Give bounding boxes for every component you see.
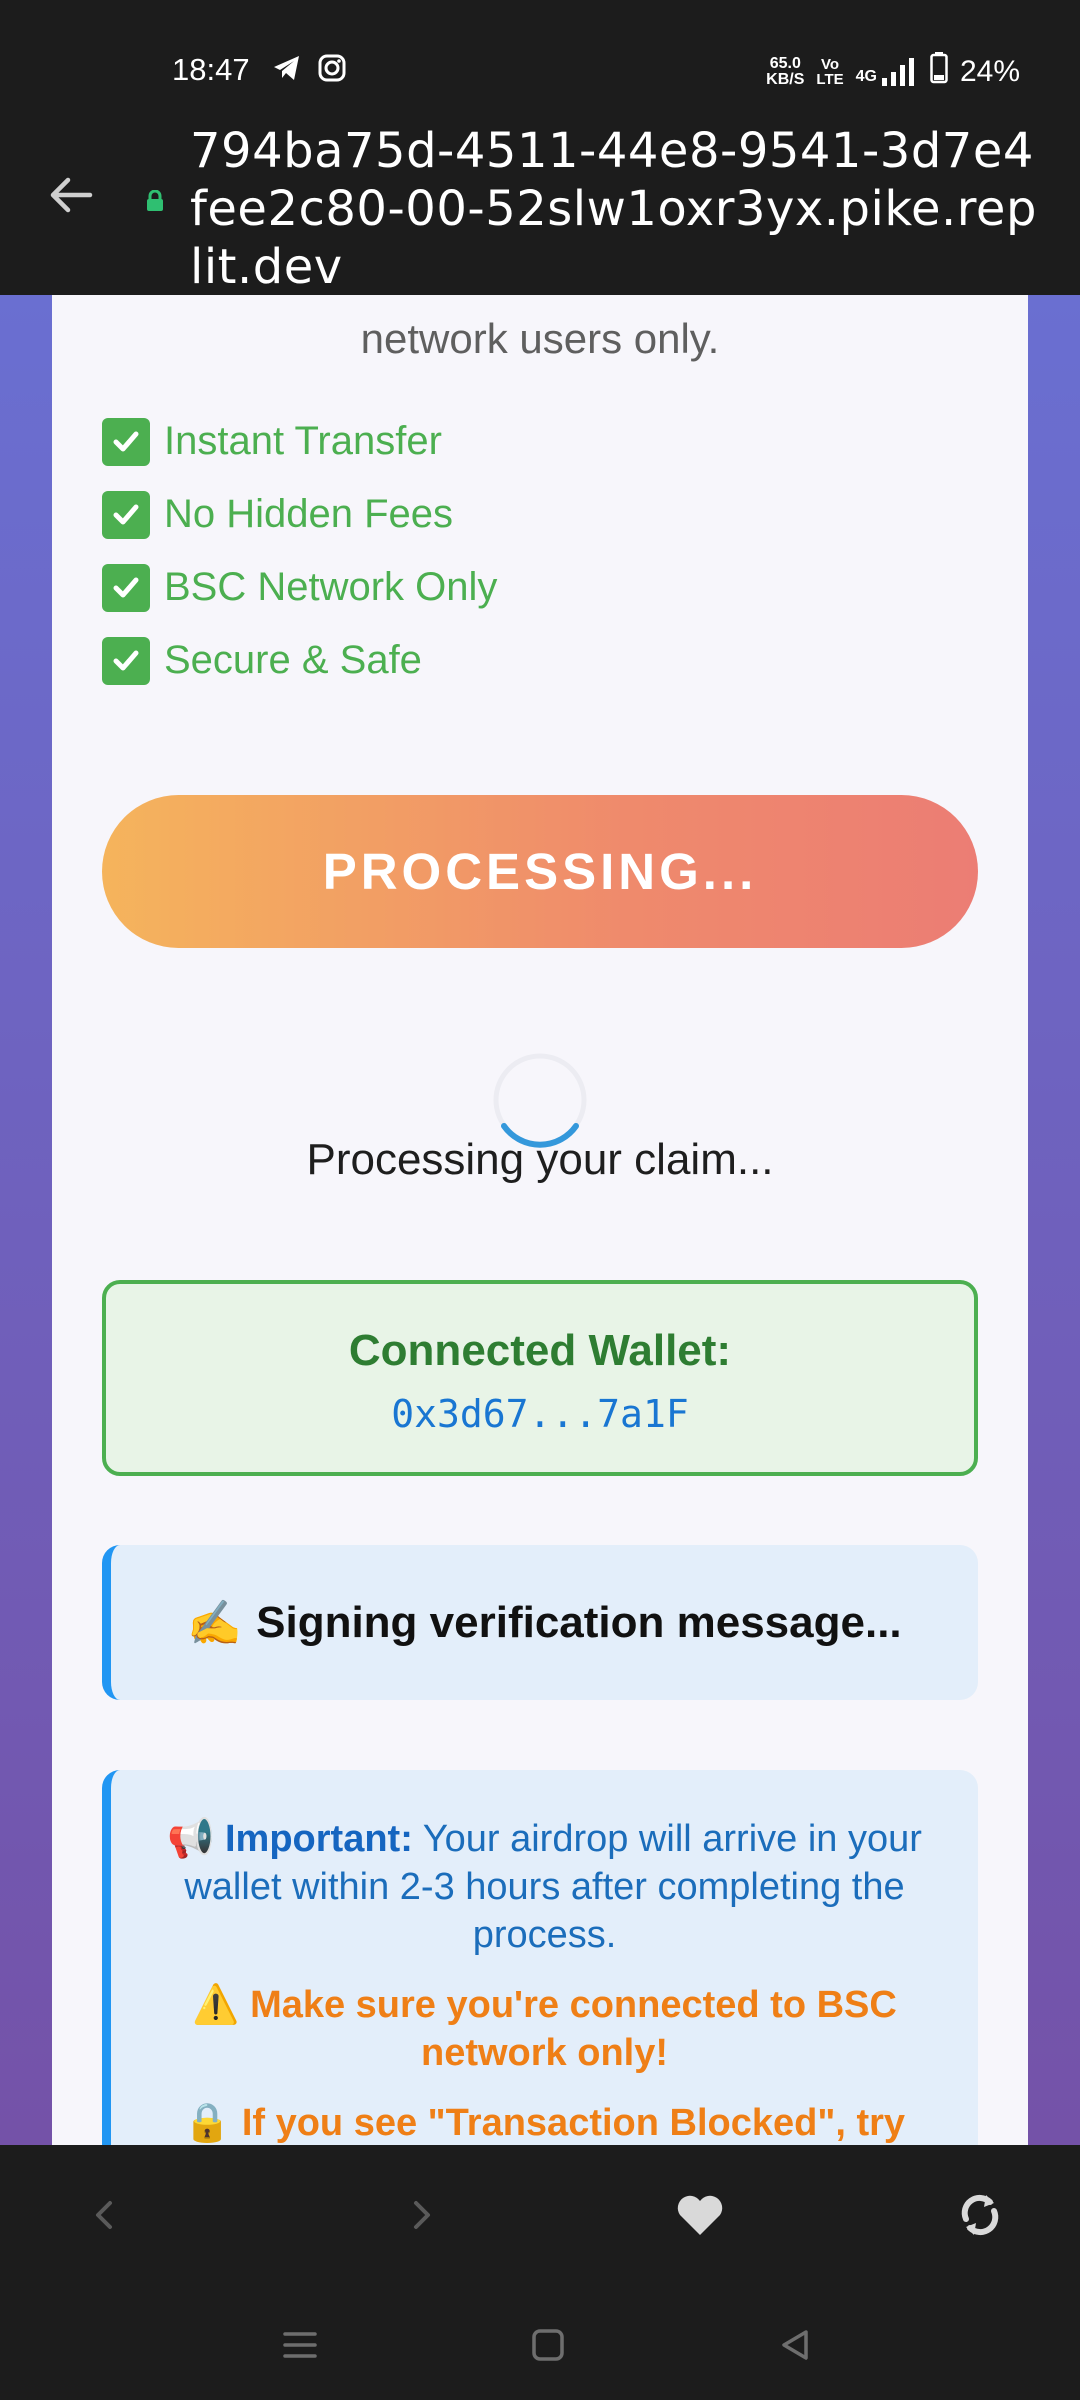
- home-icon[interactable]: [523, 2320, 573, 2370]
- connected-wallet-box: Connected Wallet: 0x3d67...7a1F: [102, 1280, 978, 1476]
- megaphone-icon: 📢: [167, 1818, 215, 1860]
- feature-list: Instant Transfer No Hidden Fees BSC Netw…: [102, 405, 497, 697]
- feature-item: Instant Transfer: [102, 405, 497, 478]
- feature-item: Secure & Safe: [102, 624, 497, 697]
- writing-hand-icon: ✍️: [187, 1598, 243, 1648]
- url-bar: 794ba75d-4511-44e8-9541-3d7e4fee2c80-00-…: [0, 110, 1080, 295]
- back-icon[interactable]: [74, 2185, 134, 2245]
- status-right-icons: 65.0 KB/S Vo LTE 4G 24%: [766, 52, 1020, 92]
- checkmark-icon: [102, 563, 150, 612]
- back-arrow-icon[interactable]: [46, 170, 96, 220]
- checkmark-icon: [102, 490, 150, 539]
- status-notification-icons: [272, 54, 346, 87]
- signing-status-box: ✍️ Signing verification message...: [102, 1545, 978, 1700]
- wallet-address: 0x3d67...7a1F: [391, 1392, 689, 1436]
- web-page: network users only. Instant Transfer No …: [0, 295, 1080, 2145]
- system-navigation: [0, 2290, 1080, 2400]
- important-label: Important:: [225, 1818, 413, 1860]
- battery-icon: [930, 52, 948, 92]
- processing-button[interactable]: PROCESSING...: [102, 795, 978, 948]
- checkmark-icon: [102, 636, 150, 685]
- important-notice: 📢 Important: Your airdrop will arrive in…: [151, 1815, 938, 1959]
- feature-item: BSC Network Only: [102, 551, 497, 624]
- favorite-heart-icon[interactable]: [670, 2185, 730, 2245]
- blocked-hint: 🔒 If you see "Transaction Blocked", try: [151, 2099, 938, 2145]
- network-warning: ⚠️ Make sure you're connected to BSC net…: [151, 1981, 938, 2077]
- feature-label: Secure & Safe: [164, 638, 422, 682]
- menu-icon[interactable]: [275, 2320, 325, 2370]
- important-notice-box: 📢 Important: Your airdrop will arrive in…: [102, 1770, 978, 2145]
- battery-percent: 24%: [959, 55, 1020, 88]
- back-triangle-icon[interactable]: [770, 2320, 820, 2370]
- warning-text: Make sure you're connected to BSC networ…: [250, 1984, 897, 2074]
- feature-label: BSC Network Only: [164, 565, 498, 609]
- browser-toolbar: [0, 2145, 1080, 2290]
- status-time: 18:47: [172, 52, 250, 87]
- url-text[interactable]: 794ba75d-4511-44e8-9541-3d7e4fee2c80-00-…: [190, 122, 1040, 296]
- net-speed: 65.0 KB/S: [766, 55, 805, 88]
- signal-icon: 4G: [856, 58, 918, 86]
- wallet-label: Connected Wallet:: [348, 1326, 732, 1375]
- volte-indicator: Vo LTE: [816, 56, 844, 88]
- processing-status-text: Processing your claim...: [306, 1135, 774, 1184]
- lock-icon: [146, 189, 164, 212]
- forward-icon[interactable]: [392, 2185, 452, 2245]
- warning-icon: ⚠️: [192, 1984, 240, 2026]
- feature-label: Instant Transfer: [164, 419, 442, 463]
- instagram-icon: [318, 54, 346, 87]
- intro-text: network users only.: [360, 315, 720, 362]
- feature-item: No Hidden Fees: [102, 478, 497, 551]
- refresh-icon[interactable]: [950, 2185, 1010, 2245]
- blocked-text: If you see "Transaction Blocked", try: [241, 2102, 906, 2144]
- telegram-icon: [272, 54, 302, 87]
- feature-label: No Hidden Fees: [164, 492, 454, 536]
- lock-icon: 🔒: [183, 2102, 232, 2144]
- status-bar: 18:47 65.0 KB/S Vo LTE 4G 24%: [0, 0, 1080, 110]
- signing-text: Signing verification message...: [256, 1597, 902, 1647]
- claim-card: network users only. Instant Transfer No …: [52, 295, 1028, 2145]
- checkmark-icon: [102, 417, 150, 466]
